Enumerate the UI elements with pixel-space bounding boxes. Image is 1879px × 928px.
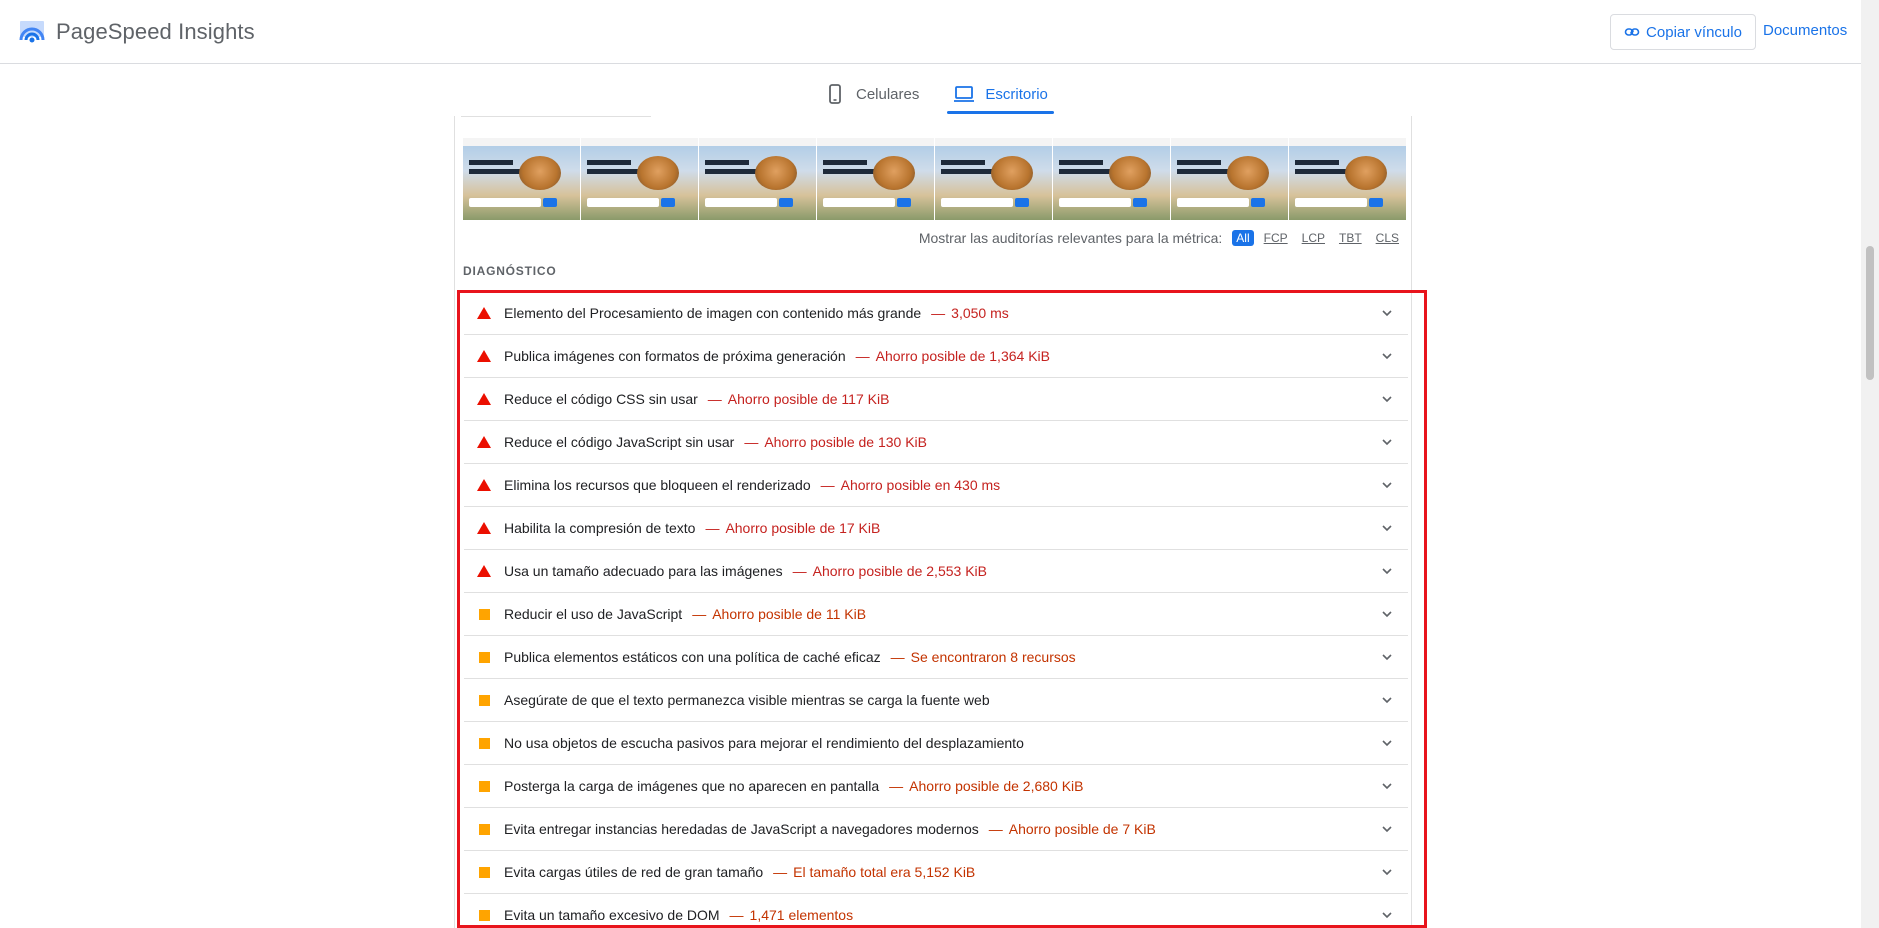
copy-link-button[interactable]: Copiar vínculo (1610, 14, 1756, 50)
metric-filter-cls[interactable]: CLS (1372, 230, 1403, 246)
app-name: PageSpeed Insights (56, 19, 255, 44)
tab-desktop-label: Escritorio (985, 85, 1048, 103)
copy-link-label: Copiar vínculo (1646, 23, 1742, 41)
metric-filter-label: Mostrar las auditorías relevantes para l… (918, 230, 1223, 246)
top-bar: PageSpeed Insights Copiar vínculo Docume… (0, 0, 1861, 64)
filmstrip-frame (463, 138, 581, 220)
brand[interactable]: PageSpeed Insights (18, 16, 255, 48)
filmstrip-frame (935, 138, 1053, 220)
divider (461, 116, 651, 117)
metric-filter-all[interactable]: All (1232, 230, 1254, 246)
device-tabs: Celulares Escritorio (818, 76, 1054, 114)
metric-filter-fcp[interactable]: FCP (1260, 230, 1292, 246)
pagespeed-logo-icon (19, 21, 45, 43)
filmstrip-frame (1053, 138, 1171, 220)
filmstrip-frame (817, 138, 935, 220)
laptop-icon (954, 86, 975, 102)
docs-link[interactable]: Documentos (1763, 22, 1847, 39)
tab-mobile-label: Celulares (856, 85, 920, 103)
tab-mobile[interactable]: Celulares (818, 76, 925, 112)
metric-filter-tbt[interactable]: TBT (1335, 230, 1366, 246)
filmstrip-frame (581, 138, 699, 220)
filmstrip-frame (1171, 138, 1289, 220)
highlight-box (457, 290, 1427, 928)
link-icon (1624, 28, 1640, 36)
smartphone-icon (829, 84, 841, 104)
metric-filter-lcp[interactable]: LCP (1298, 230, 1329, 246)
diagnostics-heading: DIAGNÓSTICO (463, 264, 557, 278)
scrollbar[interactable] (1861, 0, 1879, 928)
metric-filter: Mostrar las auditorías relevantes para l… (919, 230, 1403, 246)
filmstrip-frame (1289, 138, 1407, 220)
scroll-thumb[interactable] (1866, 246, 1874, 380)
filmstrip-frame (699, 138, 817, 220)
filmstrip (463, 138, 1407, 220)
tab-desktop[interactable]: Escritorio (947, 76, 1054, 114)
